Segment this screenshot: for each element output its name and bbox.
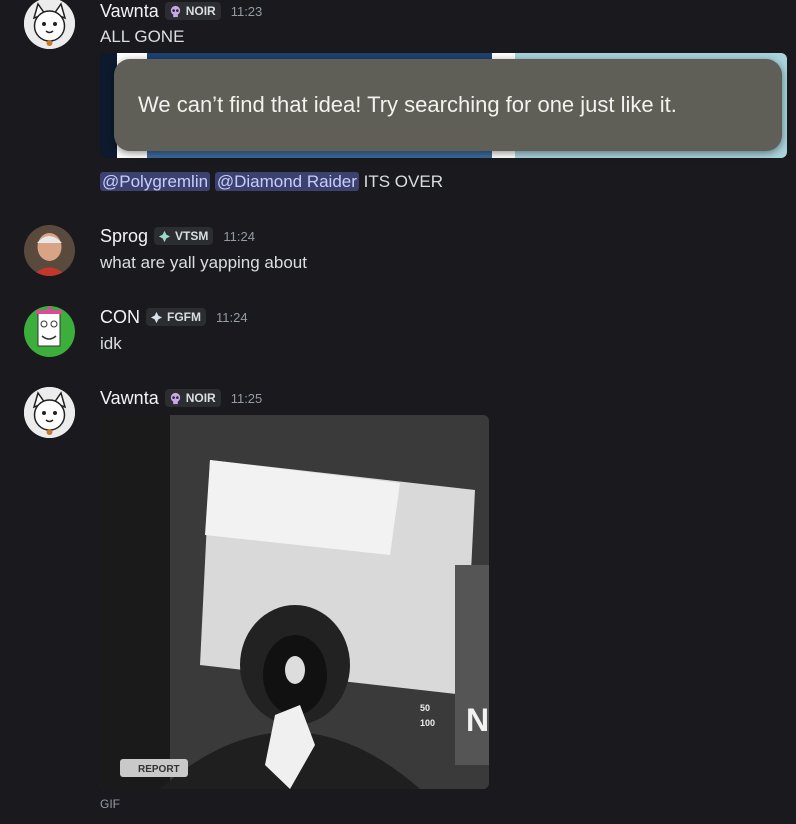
cat-avatar-icon bbox=[24, 0, 75, 49]
mention-polygremlin[interactable]: @Polygremlin bbox=[100, 172, 211, 191]
diamond-sparkle-icon bbox=[158, 230, 171, 242]
message-text: idk bbox=[100, 334, 122, 353]
clan-tag[interactable]: VTSM bbox=[154, 227, 214, 245]
clan-tag[interactable]: NOIR bbox=[164, 389, 221, 407]
gif-letter: N bbox=[466, 702, 489, 738]
username[interactable]: Vawnta bbox=[100, 388, 159, 409]
clan-tag[interactable]: NOIR bbox=[164, 2, 221, 20]
avatar[interactable] bbox=[24, 387, 75, 438]
mention-diamond-raider[interactable]: @Diamond Raider bbox=[214, 172, 359, 191]
gif-image: REPORT 50 100 N bbox=[100, 415, 489, 789]
timestamp: 11:23 bbox=[230, 3, 263, 19]
clan-tag[interactable]: FGFM bbox=[146, 308, 206, 326]
message-con: CON FGFM 11:24 idk bbox=[0, 306, 796, 366]
message-vawnta-1: Vawnta NOIR 11:23 ALL GONE We can’t find… bbox=[0, 0, 796, 195]
diamond-sparkle-icon bbox=[150, 311, 163, 323]
skull-icon bbox=[170, 5, 180, 17]
gif-attachment[interactable]: REPORT 50 100 N bbox=[100, 415, 489, 789]
clan-tag-label: NOIR bbox=[185, 391, 216, 405]
gif-label: GIF bbox=[100, 797, 120, 811]
mention-line: @Polygremlin @Diamond Raider ITS OVER bbox=[100, 172, 443, 192]
message-sprog: Sprog VTSM 11:24 what are yall yapping a… bbox=[0, 225, 796, 285]
avatar[interactable] bbox=[24, 306, 75, 357]
man-avatar-icon bbox=[24, 225, 75, 276]
avatar[interactable] bbox=[24, 225, 75, 276]
avatar[interactable] bbox=[24, 0, 75, 49]
gif-report-label: REPORT bbox=[138, 764, 180, 775]
username[interactable]: Sprog bbox=[100, 226, 148, 247]
clan-tag-label: NOIR bbox=[185, 4, 216, 18]
message-text: ALL GONE bbox=[100, 27, 185, 46]
timestamp: 11:25 bbox=[230, 390, 263, 406]
gif-stat-b: 100 bbox=[420, 718, 435, 728]
toast-text: We can’t find that idea! Try searching f… bbox=[138, 92, 677, 117]
mention-line-text: ITS OVER bbox=[363, 172, 443, 191]
username[interactable]: CON bbox=[100, 307, 140, 328]
message-text: what are yall yapping about bbox=[100, 253, 307, 272]
gif-stat-a: 50 bbox=[420, 703, 430, 713]
clan-tag-label: FGFM bbox=[167, 310, 201, 324]
username[interactable]: Vawnta bbox=[100, 1, 159, 22]
timestamp: 11:24 bbox=[216, 309, 248, 325]
clan-tag-label: VTSM bbox=[175, 229, 209, 243]
cup-avatar-icon bbox=[24, 306, 75, 357]
timestamp: 11:24 bbox=[223, 228, 255, 244]
cat-avatar-icon bbox=[24, 387, 75, 438]
skull-icon bbox=[170, 392, 180, 404]
toast-notification: We can’t find that idea! Try searching f… bbox=[114, 59, 782, 151]
